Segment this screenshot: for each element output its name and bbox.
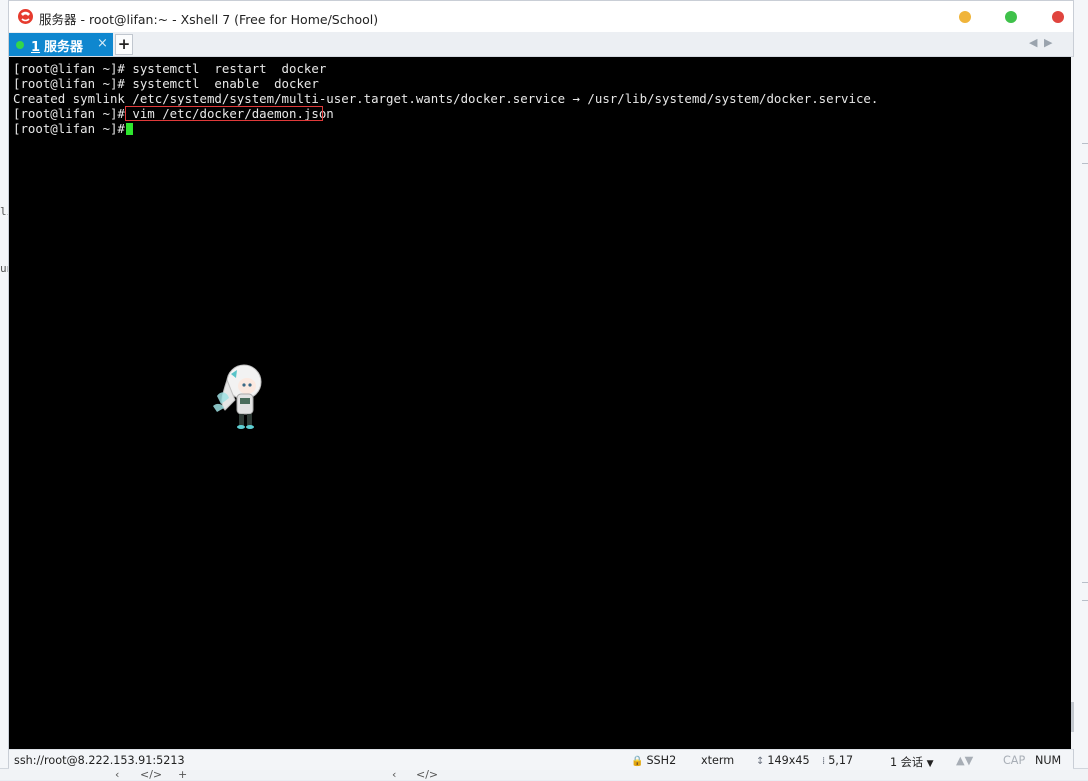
maximize-button[interactable]: [1005, 11, 1017, 23]
tab-title: 服务器: [44, 40, 84, 55]
plus-icon: +: [178, 768, 188, 781]
lock-icon: 🔒: [631, 756, 644, 767]
background-divider: [1082, 600, 1088, 601]
protocol-indicator: 🔒 SSH2: [631, 754, 676, 767]
terminal-view[interactable]: [root@lifan ~]# systemctl restart docker…: [9, 57, 1071, 749]
chevron-left-icon: ‹: [392, 768, 397, 781]
tab-label: 1 服务器: [31, 36, 83, 55]
terminal-size: ↕ 149x45: [756, 754, 810, 767]
background-divider: [1082, 163, 1088, 164]
code-icon: </>: [416, 768, 439, 781]
xshell-logo-icon: [18, 9, 33, 24]
cursor-position-label: 5,17: [828, 754, 854, 767]
close-button[interactable]: [1052, 11, 1064, 23]
anime-mascot-sticker: [213, 364, 262, 429]
cursor-position: ⁞ 5,17: [822, 754, 853, 767]
terminal-type: xterm: [701, 754, 735, 767]
session-count-dropdown[interactable]: 1 会话 ▼: [890, 754, 934, 770]
terminal-line: [root@lifan ~]# systemctl enable docker: [13, 76, 319, 91]
tab-number: 1: [31, 40, 41, 55]
terminal-line: [root@lifan ~]#: [13, 121, 133, 136]
resize-icon: ↕: [756, 756, 765, 767]
xshell-window: 服务器 - root@lifan:~ - Xshell 7 (Free for …: [8, 0, 1074, 770]
cursor-position-icon: ⁞: [822, 756, 826, 767]
scroll-arrows[interactable]: ▲▼: [956, 754, 973, 767]
arrow-up-icon[interactable]: ▲: [956, 754, 965, 767]
scrollbar-thumb[interactable]: [1071, 702, 1074, 732]
terminal-cursor: [126, 123, 133, 135]
caps-lock-indicator: CAP: [1003, 754, 1026, 767]
background-divider: [1082, 582, 1088, 583]
minimize-button[interactable]: [959, 11, 971, 23]
dropdown-icon: ▼: [926, 759, 934, 769]
tab-server[interactable]: 1 服务器 ×: [9, 33, 113, 56]
background-window-right: [1073, 0, 1088, 779]
connection-address: ssh://root@8.222.153.91:5213: [14, 754, 185, 767]
session-count-label: 1 会话: [890, 756, 924, 769]
tab-scroll-right-icon[interactable]: ▶: [1044, 36, 1052, 49]
num-lock-indicator: NUM: [1035, 754, 1062, 767]
tab-bar: 1 服务器 × + ◀ ▶: [9, 32, 1073, 57]
status-bar: ssh://root@8.222.153.91:5213 🔒 SSH2 xterm…: [9, 749, 1073, 770]
window-title: 服务器 - root@lifan:~ - Xshell 7 (Free for …: [39, 12, 379, 27]
terminal-line: Created symlink /etc/systemd/system/mult…: [13, 91, 879, 106]
connection-status-icon: [16, 41, 24, 49]
protocol-label: SSH2: [646, 754, 677, 767]
code-icon: </>: [140, 768, 163, 781]
arrow-down-icon[interactable]: ▼: [965, 754, 974, 767]
title-bar[interactable]: 服务器 - root@lifan:~ - Xshell 7 (Free for …: [9, 1, 1073, 32]
tab-close-icon[interactable]: ×: [97, 36, 108, 51]
tab-scroll-left-icon[interactable]: ◀: [1029, 36, 1037, 49]
chevron-left-icon: ‹: [115, 768, 120, 781]
background-divider: [1082, 143, 1088, 144]
new-tab-button[interactable]: +: [115, 34, 133, 55]
terminal-line: [root@lifan ~]# systemctl restart docker: [13, 61, 327, 76]
terminal-scrollbar[interactable]: [1071, 57, 1074, 749]
command-highlight-box: [125, 106, 323, 121]
terminal-size-label: 149x45: [767, 754, 810, 767]
